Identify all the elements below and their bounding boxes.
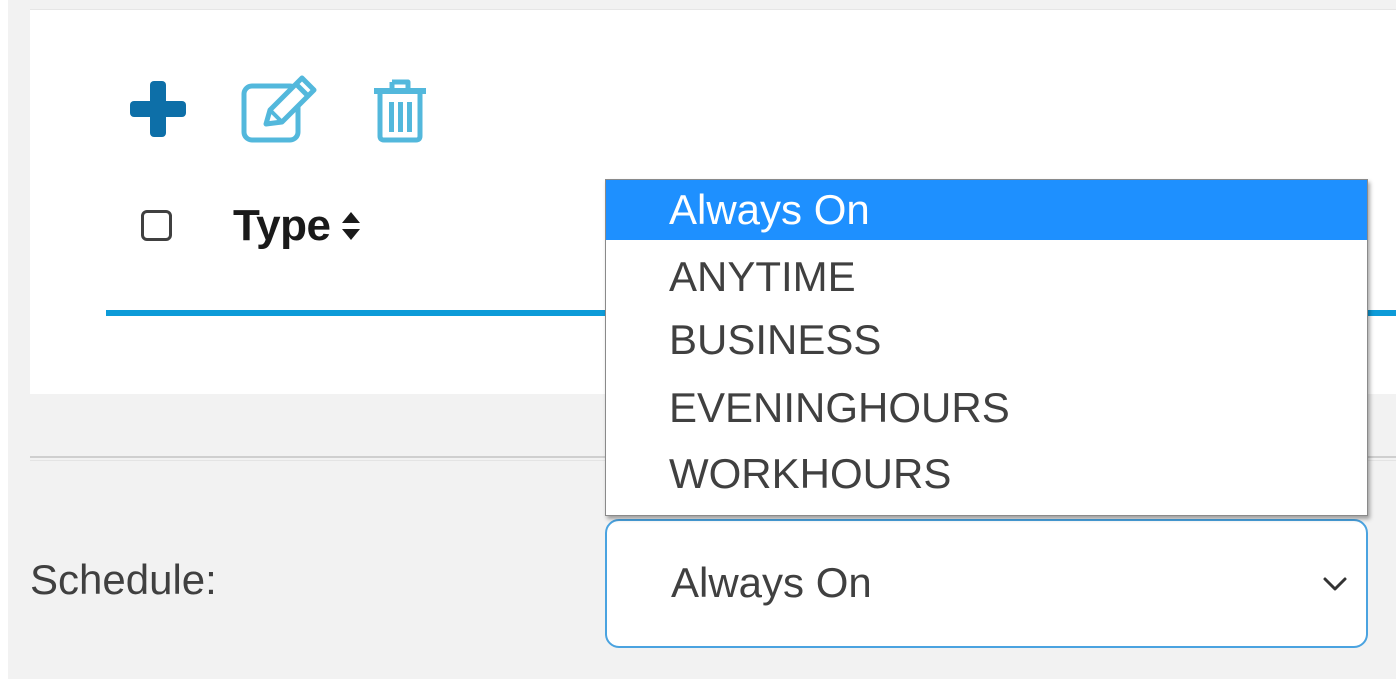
schedule-select[interactable]: Always On — [605, 519, 1368, 648]
schedule-selected-value: Always On — [671, 559, 872, 606]
plus-icon[interactable] — [126, 77, 190, 141]
schedule-option-workhours[interactable]: WORKHOURS — [606, 444, 1367, 504]
schedule-option-anytime[interactable]: ANYTIME — [606, 247, 1367, 307]
trash-icon[interactable] — [370, 78, 430, 144]
schedule-option-always-on[interactable]: Always On — [606, 180, 1367, 240]
left-strip — [0, 0, 8, 679]
edit-icon[interactable] — [240, 74, 320, 144]
select-all-checkbox[interactable] — [141, 210, 172, 241]
schedule-dropdown-list: Always On ANYTIME BUSINESS EVENINGHOURS … — [605, 179, 1368, 516]
schedule-option-business[interactable]: BUSINESS — [606, 310, 1367, 370]
panel-top-border — [30, 9, 1396, 10]
type-column-label: Type — [233, 201, 331, 250]
type-column-header[interactable]: Type — [233, 196, 362, 256]
chevron-down-icon — [1323, 577, 1347, 591]
schedule-option-eveninghours[interactable]: EVENINGHOURS — [606, 378, 1367, 438]
schedule-label: Schedule: — [30, 556, 217, 603]
sort-icon[interactable] — [340, 208, 362, 244]
